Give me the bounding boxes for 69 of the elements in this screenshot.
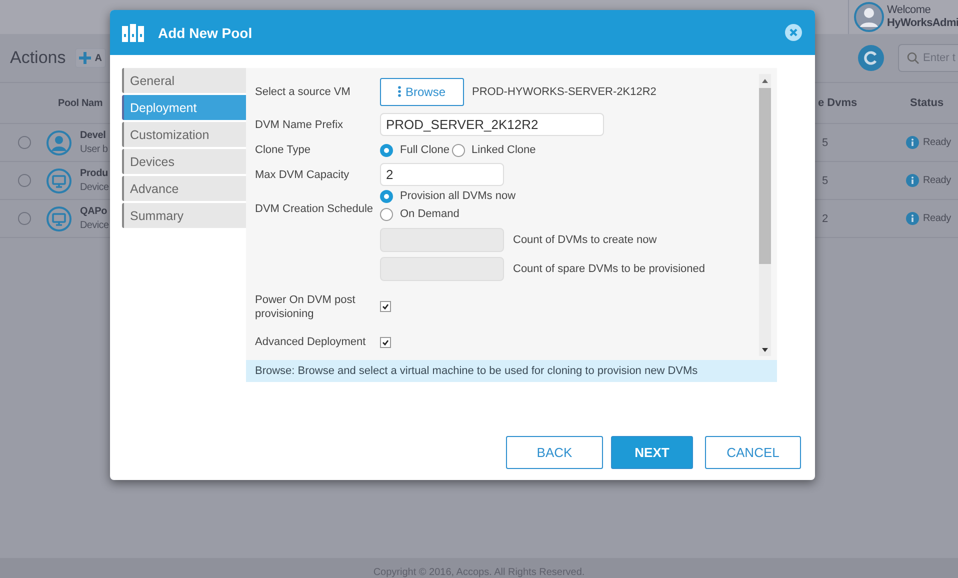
monitor-icon <box>46 206 72 232</box>
dots-icon <box>398 86 402 98</box>
text-field[interactable]: PROD_SERVER_2K12R2 <box>380 113 604 136</box>
close-icon[interactable] <box>785 24 802 41</box>
source-vm-name: PROD-HYWORKS-SERVER-2K12R2 <box>472 86 656 98</box>
pool-name: QAPo <box>80 204 107 218</box>
row-radio[interactable] <box>18 212 31 225</box>
radio-label: Full Clone <box>400 144 450 156</box>
radio-label: On Demand <box>400 208 460 220</box>
radio-label: Provision all DVMs now <box>400 190 516 202</box>
user-name: HyWorksAdmi <box>887 17 958 30</box>
count-label: Count of DVMs to create now <box>513 234 657 246</box>
field-label: Advanced Deployment <box>255 335 367 350</box>
info-icon <box>906 136 919 149</box>
status-text: Ready <box>923 175 951 186</box>
status-text: Ready <box>923 213 951 224</box>
add-button[interactable]: A <box>74 48 106 68</box>
radio-button[interactable] <box>452 144 465 157</box>
wizard-tab[interactable]: General <box>122 68 246 93</box>
info-icon <box>906 212 919 225</box>
pool-type: User b <box>80 142 108 156</box>
wizard-tab[interactable]: Summary <box>122 203 246 228</box>
welcome-text: Welcome <box>887 4 932 17</box>
wizard-tab[interactable]: Customization <box>122 122 246 147</box>
pool-name: Produ <box>80 166 108 180</box>
checkbox[interactable] <box>380 336 391 348</box>
count-label: Count of spare DVMs to be provisioned <box>513 262 705 275</box>
pool-name: Devel <box>80 128 106 142</box>
pool-type: Device <box>80 180 109 194</box>
field-label: Select a source VM <box>255 84 352 99</box>
refresh-icon[interactable] <box>858 45 884 71</box>
radio-button[interactable] <box>380 144 393 157</box>
pool-type: Device <box>80 218 109 232</box>
radio-button[interactable] <box>380 190 393 203</box>
text-field[interactable]: 2 <box>380 163 504 186</box>
field-label: DVM Creation Schedule <box>255 202 374 216</box>
page-title: Actions <box>10 48 66 68</box>
plus-icon <box>78 52 91 64</box>
next-button[interactable]: NEXT <box>611 436 693 469</box>
radio-label: Linked Clone <box>472 144 536 156</box>
dvm-count: 5 <box>822 174 830 186</box>
status-text: Ready <box>923 137 951 148</box>
dialog-title: Add New Pool <box>158 24 254 40</box>
column-header: Pool Nam <box>58 98 103 108</box>
user-icon <box>46 130 72 156</box>
search-icon <box>907 52 919 64</box>
wizard-tab[interactable]: Deployment <box>122 95 246 120</box>
dialog-logo-icon <box>122 24 144 42</box>
hint-bar: Browse: Browse and select a virtual machine to be used for cloning to provision new DVMs <box>246 360 777 382</box>
dialog-button[interactable]: BACK <box>506 436 603 469</box>
field-label: Power On DVM post provisioning <box>255 292 356 321</box>
dialog-button[interactable]: CANCEL <box>705 436 801 469</box>
dvm-count: 2 <box>822 212 830 224</box>
wizard-tab[interactable]: Advance <box>122 176 246 201</box>
row-radio[interactable] <box>18 136 31 149</box>
browse-button[interactable]: Browse <box>380 78 464 106</box>
field-label: Max DVM Capacity <box>255 168 350 182</box>
wizard-tab[interactable]: Devices <box>122 149 246 174</box>
checkbox[interactable] <box>380 301 391 312</box>
info-icon <box>906 174 919 187</box>
avatar-icon <box>854 2 884 32</box>
column-header: e Dvms <box>818 97 858 109</box>
column-header: Status <box>910 97 945 109</box>
row-radio[interactable] <box>18 174 31 187</box>
radio-button[interactable] <box>380 208 393 221</box>
dvm-count: 5 <box>822 136 830 148</box>
monitor-icon <box>46 168 72 194</box>
field-label: Clone Type <box>255 143 312 158</box>
field-label: DVM Name Prefix <box>255 118 344 132</box>
